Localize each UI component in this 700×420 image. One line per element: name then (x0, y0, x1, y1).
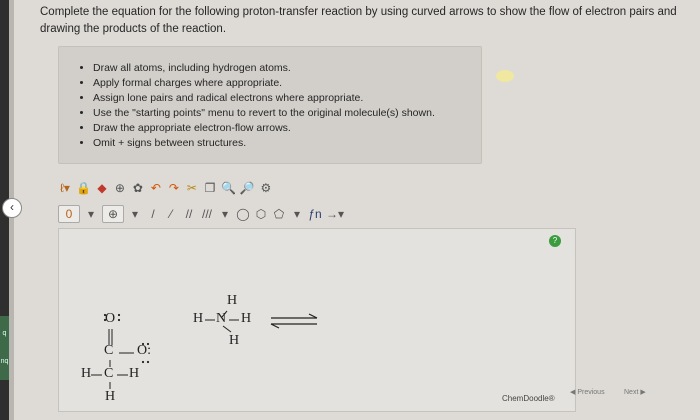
atom-nh3-h-bottom[interactable]: H (229, 333, 239, 349)
charge-minus-button[interactable]: 0 (58, 205, 80, 223)
left-tab-2[interactable]: nq (0, 344, 9, 380)
previous-button[interactable]: ◀ Previous (570, 388, 605, 396)
dropdown-icon[interactable]: ▾ (84, 206, 98, 222)
ring-dropdown-icon[interactable]: ▾ (290, 206, 304, 222)
ring-6-icon[interactable]: ⬡ (254, 206, 268, 222)
atom-nh3-h-right[interactable]: H (241, 311, 251, 327)
atom-h-left[interactable]: H (81, 366, 91, 382)
flip-icon[interactable]: ✂ (185, 180, 199, 196)
atom-o-top[interactable]: O (105, 311, 115, 327)
ring-5-icon[interactable]: ⬠ (272, 206, 286, 222)
atom-c-mid[interactable]: C (104, 343, 113, 359)
toolbar-row-1: ℓ▾ 🔒 ◆ ⊕ ✿ ↶ ↷ ✂ ❐ 🔍 🔎 ⚙ (58, 178, 273, 198)
double-bond-icon[interactable]: // (182, 206, 196, 222)
forward-arrow-head (308, 313, 318, 319)
lone-pair-dot (117, 318, 121, 322)
glare (496, 70, 514, 82)
chain-tool-button[interactable]: ƒn (308, 206, 322, 222)
zoom-in-icon[interactable]: 🔍 (221, 180, 236, 196)
eraser-icon[interactable]: ◆ (95, 180, 109, 196)
reverse-arrow-head (270, 323, 280, 329)
wedge-bond-icon[interactable]: ⁄ (164, 206, 178, 222)
atom-nh3-h-top[interactable]: H (227, 293, 237, 309)
molecule-svg (91, 310, 318, 389)
single-bond-icon[interactable]: / (146, 206, 160, 222)
instruction-3: Assign lone pairs and radical electrons … (93, 91, 481, 106)
next-label: Next (624, 389, 639, 396)
atom-o-right[interactable]: O: (137, 343, 151, 359)
instruction-6: Omit + signs between structures. (93, 136, 481, 151)
lone-pair-dot (146, 360, 150, 364)
chemdoodle-brand: ChemDoodle® (502, 394, 555, 403)
redo-icon[interactable]: ↷ (167, 180, 181, 196)
instruction-5: Draw the appropriate electron-flow arrow… (93, 121, 481, 136)
previous-label: Previous (577, 389, 605, 396)
instruction-2: Apply formal charges where appropriate. (93, 76, 481, 91)
instruction-4: Use the "starting points" menu to revert… (93, 106, 481, 121)
lone-pair-dot (141, 360, 145, 364)
atom-nh3-n[interactable]: N (216, 311, 226, 327)
settings-icon[interactable]: ⚙ (259, 180, 273, 196)
undo-icon[interactable]: ↶ (149, 180, 163, 196)
arrow-tool-icon[interactable]: →▾ (326, 206, 344, 222)
charge-plus-button[interactable]: ⊕ (102, 205, 124, 223)
dropdown-icon[interactable]: ▾ (128, 206, 142, 222)
drawing-canvas[interactable]: O C O: H C H H H H N H H ? (58, 228, 576, 412)
bond-dropdown-icon[interactable]: ▾ (218, 206, 232, 222)
question-page: Complete the equation for the following … (14, 0, 700, 420)
next-button[interactable]: Next ▶ (624, 388, 646, 396)
atom-c-lower[interactable]: C (104, 366, 113, 382)
copy-icon[interactable]: ❐ (203, 180, 217, 196)
lasso-icon[interactable]: ℓ▾ (58, 180, 72, 196)
triple-bond-icon[interactable]: /// (200, 206, 214, 222)
instructions-box: Draw all atoms, including hydrogen atoms… (58, 46, 482, 164)
question-text: Complete the equation for the following … (40, 6, 677, 35)
ring-3-icon[interactable]: ◯ (236, 206, 250, 222)
atom-h-right[interactable]: H (129, 366, 139, 382)
atom-nh3-h-left[interactable]: H (193, 311, 203, 327)
clean-icon[interactable]: ✿ (131, 180, 145, 196)
atom-h-bottom[interactable]: H (105, 389, 115, 405)
instruction-1: Draw all atoms, including hydrogen atoms… (93, 61, 481, 76)
center-icon[interactable]: ⊕ (113, 180, 127, 196)
toolbar-row-2: 0 ▾ ⊕ ▾ / ⁄ // /// ▾ ◯ ⬡ ⬠ ▾ ƒn →▾ (58, 204, 344, 224)
lock-icon[interactable]: 🔒 (76, 180, 91, 196)
back-arrow-icon[interactable]: ‹ (2, 198, 22, 218)
zoom-out-icon[interactable]: 🔎 (240, 180, 255, 196)
help-icon[interactable]: ? (549, 235, 561, 247)
lone-pair-dot (117, 313, 121, 317)
